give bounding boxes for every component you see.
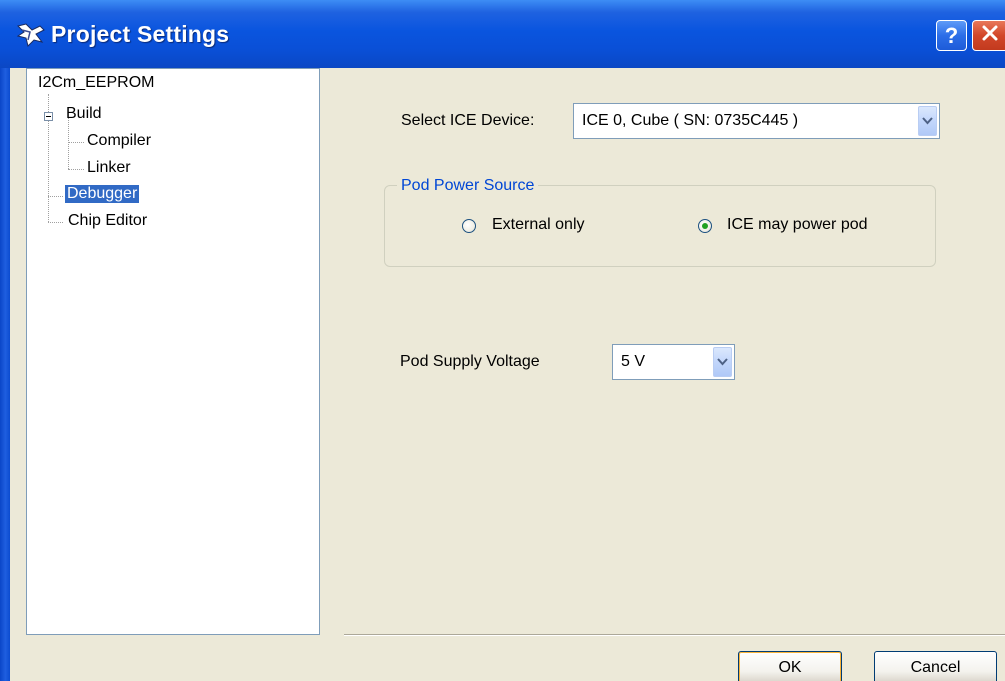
tree-item-compiler[interactable]: Compiler [87,132,151,150]
tree-connector [68,169,84,170]
pod-voltage-select[interactable]: 5 V [612,344,735,380]
pod-voltage-label: Pod Supply Voltage [400,353,540,370]
tree-item-chip-editor[interactable]: Chip Editor [68,212,147,230]
chevron-down-icon[interactable] [918,106,937,136]
tree-collapse-toggle[interactable] [44,112,53,121]
project-settings-dialog: Project Settings ? I2Cm_EEPROM Build Com… [0,0,1005,681]
close-icon [981,24,999,47]
tree-connector [68,117,69,169]
external-only-label[interactable]: External only [492,216,585,234]
ok-button[interactable]: OK [738,651,842,681]
close-button[interactable] [972,20,1005,51]
help-button[interactable]: ? [936,20,967,51]
chevron-down-icon[interactable] [713,347,732,377]
help-icon: ? [944,22,959,48]
tree-root-project[interactable]: I2Cm_EEPROM [38,74,154,92]
window-frame-left [0,68,10,681]
title-bar[interactable]: Project Settings ? [0,0,1005,68]
tree-item-build[interactable]: Build [66,105,102,123]
ice-device-select[interactable]: ICE 0, Cube ( SN: 0735C445 ) [573,103,940,139]
ice-device-label: Select ICE Device: [401,112,535,129]
external-only-radio[interactable] [462,219,476,233]
cancel-button[interactable]: Cancel [874,651,997,681]
project-settings-icon [16,22,46,48]
tree-connector [48,196,63,197]
pod-voltage-value: 5 V [621,353,646,370]
button-separator [344,634,1005,636]
ice-may-power-pod-radio[interactable] [698,219,712,233]
ice-may-power-pod-label[interactable]: ICE may power pod [727,216,868,234]
tree-connector [68,142,84,143]
tree-item-debugger[interactable]: Debugger [65,185,140,203]
ice-device-value: ICE 0, Cube ( SN: 0735C445 ) [582,112,799,129]
tree-item-linker[interactable]: Linker [87,159,131,177]
pod-power-legend: Pod Power Source [397,177,539,195]
tree-connector [48,222,63,223]
window-title: Project Settings [51,21,230,47]
settings-tree[interactable]: I2Cm_EEPROM Build Compiler Linker Debugg… [26,68,320,635]
